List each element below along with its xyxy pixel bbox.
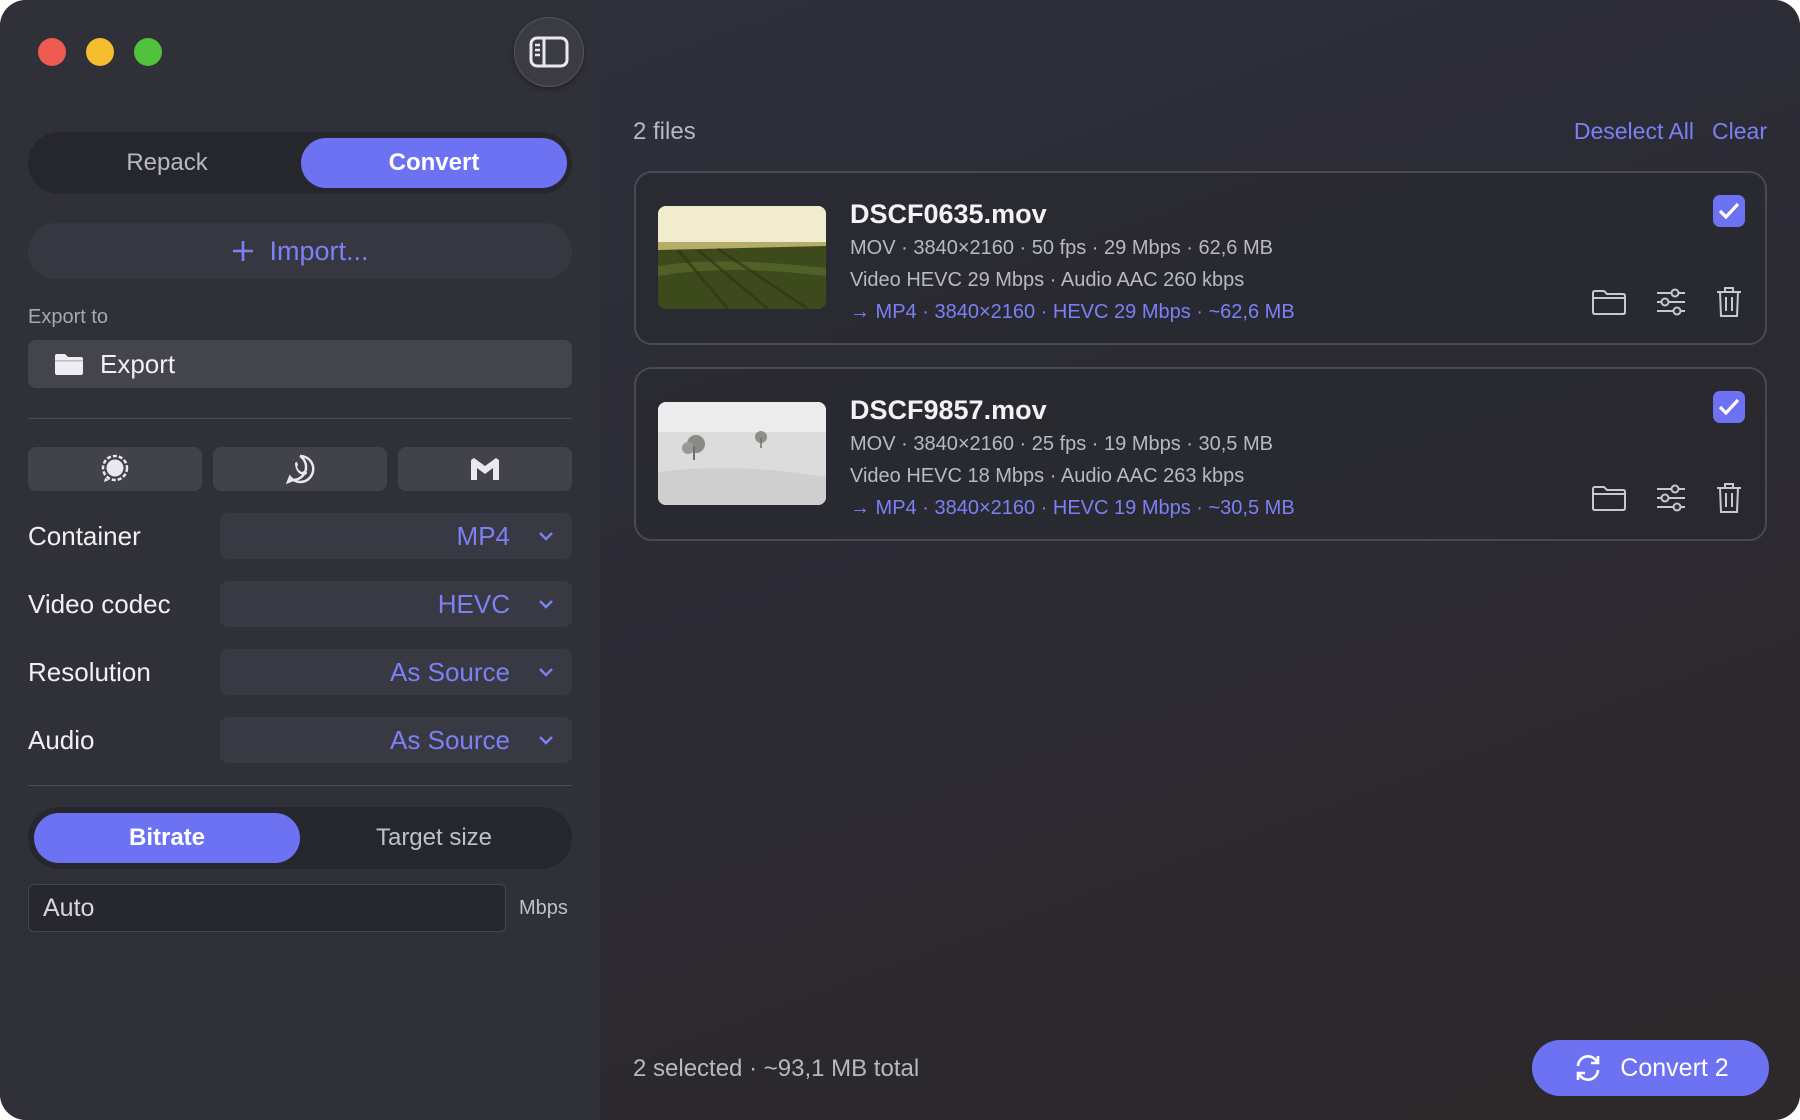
checkmark-icon: [1718, 202, 1740, 220]
sidebar-toggle-icon: [529, 36, 569, 68]
deselect-all-button[interactable]: Deselect All: [1574, 118, 1694, 145]
video-codec-value: HEVC: [437, 588, 510, 619]
files-count: 2 files: [633, 118, 696, 145]
sliders-icon[interactable]: [1655, 287, 1687, 317]
file-card[interactable]: DSCF0635.mov MOV · 3840×2160 · 50 fps · …: [634, 171, 1767, 345]
rate-mode-segmented-control: Bitrate Target size: [28, 807, 572, 869]
file-checkbox[interactable]: [1713, 391, 1745, 423]
folder-icon: [55, 354, 83, 375]
checkmark-icon: [1718, 398, 1740, 416]
sidebar: Repack Convert Import... Export to Expor…: [0, 0, 600, 1120]
video-thumbnail: [658, 206, 826, 309]
resolution-value: As Source: [390, 656, 510, 687]
import-label: Import...: [269, 235, 369, 266]
file-actions: [1591, 481, 1743, 515]
file-target: → MP4 · 3840×2160 · HEVC 29 Mbps · ~62,6…: [850, 301, 1295, 323]
file-meta: MOV · 3840×2160 · 50 fps · 29 Mbps · 62,…: [850, 237, 1273, 259]
video-thumbnail: [658, 402, 826, 505]
sliders-icon[interactable]: [1655, 483, 1687, 513]
audio-select[interactable]: As Source: [220, 717, 572, 763]
share-signal-button[interactable]: [28, 447, 202, 491]
file-target: → MP4 · 3840×2160 · HEVC 19 Mbps · ~30,5…: [850, 497, 1295, 519]
resolution-label: Resolution: [28, 657, 151, 687]
container-option: Container MP4: [28, 513, 572, 559]
share-gmail-button[interactable]: [398, 447, 572, 491]
audio-label: Audio: [28, 725, 95, 755]
convert-button[interactable]: Convert 2: [1532, 1040, 1769, 1096]
trash-icon[interactable]: [1715, 285, 1743, 319]
file-streams: Video HEVC 18 Mbps · Audio AAC 263 kbps: [850, 465, 1245, 487]
import-button[interactable]: Import...: [28, 223, 572, 279]
file-streams: Video HEVC 29 Mbps · Audio AAC 260 kbps: [850, 269, 1245, 291]
container-select[interactable]: MP4: [220, 513, 572, 559]
file-name: DSCF0635.mov: [850, 199, 1047, 229]
file-checkbox[interactable]: [1713, 195, 1745, 227]
audio-value: As Source: [390, 724, 510, 755]
chevron-down-icon: [539, 736, 553, 745]
list-actions: Deselect All Clear: [1574, 118, 1767, 145]
export-to-label: Export to: [28, 306, 109, 328]
divider: [28, 785, 572, 786]
export-folder-picker[interactable]: Export: [28, 340, 572, 388]
tab-convert[interactable]: Convert: [301, 138, 567, 188]
sidebar-toggle-button[interactable]: [514, 17, 584, 87]
resolution-option: Resolution As Source: [28, 649, 572, 695]
video-codec-option: Video codec HEVC: [28, 581, 572, 627]
chevron-down-icon: [539, 600, 553, 609]
video-codec-select[interactable]: HEVC: [220, 581, 572, 627]
file-list-pane: 2 files Deselect All Clear DSCF0635.mov …: [600, 0, 1800, 1120]
divider: [28, 418, 572, 419]
audio-option: Audio As Source: [28, 717, 572, 763]
trash-icon[interactable]: [1715, 481, 1743, 515]
tab-bitrate[interactable]: Bitrate: [34, 813, 300, 863]
zoom-window-button[interactable]: [134, 38, 162, 66]
refresh-icon: [1576, 1055, 1600, 1081]
signal-icon: [101, 454, 129, 482]
bitrate-unit-label: Mbps: [519, 897, 568, 919]
app-window: Repack Convert Import... Export to Expor…: [0, 0, 1800, 1120]
gmail-icon: [471, 458, 499, 480]
share-whatsapp-button[interactable]: [213, 447, 387, 491]
minimize-window-button[interactable]: [86, 38, 114, 66]
video-codec-label: Video codec: [28, 589, 171, 619]
folder-icon[interactable]: [1591, 288, 1627, 316]
mode-segmented-control: Repack Convert: [28, 132, 572, 194]
close-window-button[interactable]: [38, 38, 66, 66]
container-label: Container: [28, 521, 141, 551]
resolution-select[interactable]: As Source: [220, 649, 572, 695]
file-meta: MOV · 3840×2160 · 25 fps · 19 Mbps · 30,…: [850, 433, 1273, 455]
chevron-down-icon: [539, 668, 553, 677]
chevron-down-icon: [539, 532, 553, 541]
clear-button[interactable]: Clear: [1712, 118, 1767, 145]
tab-repack[interactable]: Repack: [34, 138, 300, 188]
file-actions: [1591, 285, 1743, 319]
bitrate-placeholder: Auto: [43, 893, 95, 922]
window-controls: [38, 38, 162, 66]
file-card[interactable]: DSCF9857.mov MOV · 3840×2160 · 25 fps · …: [634, 367, 1767, 541]
container-value: MP4: [456, 520, 510, 551]
bitrate-input[interactable]: Auto: [28, 884, 506, 932]
tab-target-size[interactable]: Target size: [301, 813, 567, 863]
selection-summary: 2 selected · ~93,1 MB total: [633, 1055, 920, 1082]
export-folder-name: Export: [100, 348, 176, 379]
folder-icon[interactable]: [1591, 484, 1627, 512]
file-name: DSCF9857.mov: [850, 395, 1047, 425]
convert-button-label: Convert 2: [1620, 1053, 1729, 1082]
share-targets: [28, 447, 572, 491]
plus-icon: [233, 241, 254, 261]
whatsapp-icon: [285, 454, 315, 485]
